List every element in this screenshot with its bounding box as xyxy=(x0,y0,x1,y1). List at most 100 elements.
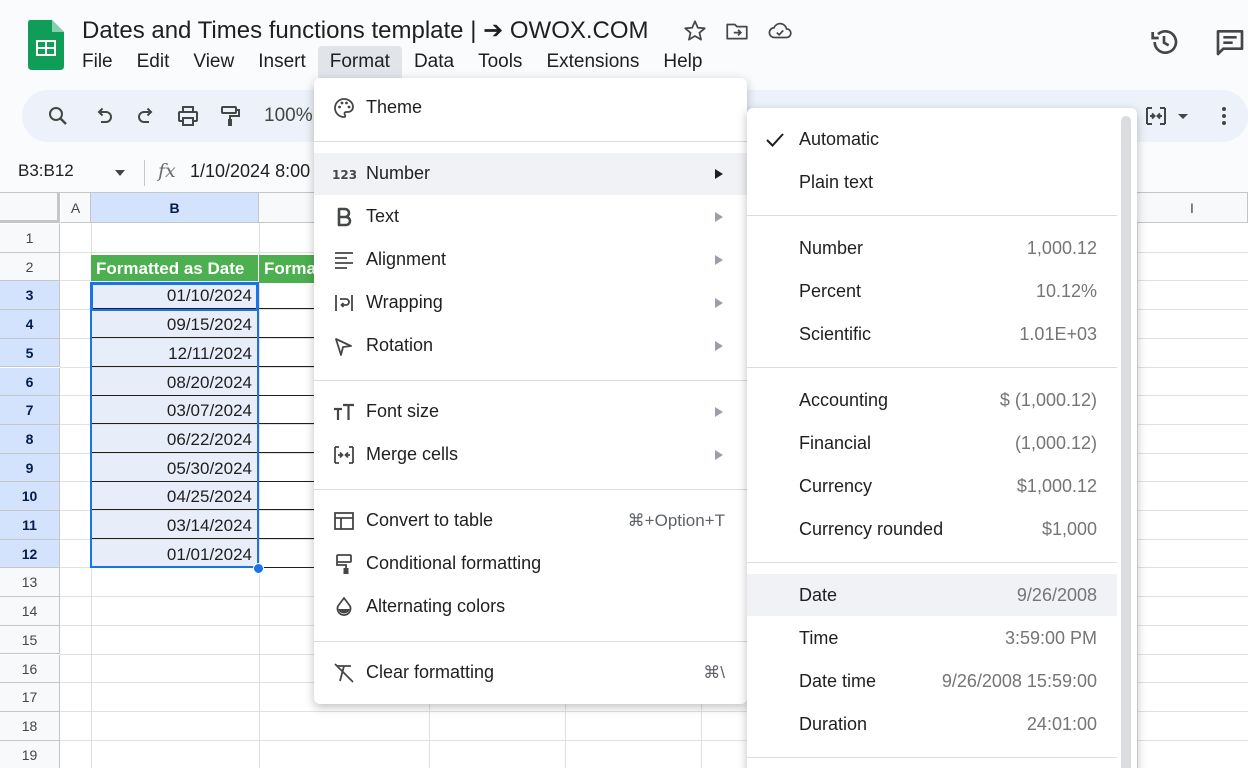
number-format-plain-text[interactable]: Plain text xyxy=(747,161,1117,203)
format-menu-rotation[interactable]: Rotation xyxy=(314,325,747,367)
date-cell[interactable]: 05/30/2024 xyxy=(91,453,258,482)
sheets-logo-icon[interactable] xyxy=(28,20,64,70)
datetime-cell[interactable] xyxy=(259,540,315,568)
menu-extensions[interactable]: Extensions xyxy=(534,46,651,80)
number-format-date[interactable]: Date 9/26/2008 xyxy=(747,574,1117,616)
column-header-c[interactable] xyxy=(259,193,315,223)
column-header-i[interactable]: I xyxy=(1137,193,1248,223)
number-format-financial[interactable]: Financial (1,000.12) xyxy=(747,422,1117,464)
menu-data[interactable]: Data xyxy=(402,46,466,80)
menu-edit[interactable]: Edit xyxy=(125,46,182,80)
row-header[interactable]: 17 xyxy=(0,683,60,712)
cloud-saved-icon[interactable] xyxy=(767,18,793,44)
more-options-icon[interactable] xyxy=(1214,104,1234,128)
format-menu-merge-cells[interactable]: Merge cells xyxy=(314,434,747,476)
row-header[interactable]: 4 xyxy=(0,310,60,339)
redo-icon[interactable] xyxy=(134,104,158,128)
date-cell[interactable]: 01/01/2024 xyxy=(91,539,258,568)
document-title[interactable]: Dates and Times functions template | ➔ O… xyxy=(82,16,649,45)
menu-view[interactable]: View xyxy=(181,46,246,80)
datetime-cell[interactable] xyxy=(259,310,315,339)
header-cell-formatted-as-date[interactable]: Formatted as Date xyxy=(91,255,259,283)
format-menu-convert-to-table[interactable]: Convert to table ⌘+Option+T xyxy=(314,500,747,542)
number-format-number[interactable]: Number 1,000.12 xyxy=(747,227,1117,269)
row-header[interactable]: 11 xyxy=(0,511,60,540)
row-header[interactable]: 8 xyxy=(0,424,60,454)
zoom-select[interactable]: 100% xyxy=(264,105,313,127)
print-icon[interactable] xyxy=(176,104,200,128)
row-header[interactable]: 7 xyxy=(0,396,60,425)
number-format-duration[interactable]: Duration 24:01:00 xyxy=(747,703,1117,745)
menu-format[interactable]: Format xyxy=(317,46,402,80)
row-header[interactable]: 16 xyxy=(0,654,60,684)
date-cell[interactable]: 03/07/2024 xyxy=(91,396,258,425)
merge-dropdown-caret-icon[interactable] xyxy=(1176,104,1190,128)
datetime-cell[interactable] xyxy=(259,425,315,453)
search-menus-icon[interactable] xyxy=(46,104,70,128)
number-format-date-time[interactable]: Date time 9/26/2008 15:59:00 xyxy=(747,660,1117,702)
format-menu-conditional-formatting[interactable]: Conditional formatting xyxy=(314,543,747,585)
row-header[interactable]: 18 xyxy=(0,711,60,741)
row-header[interactable]: 12 xyxy=(0,539,60,569)
format-menu-text[interactable]: Text xyxy=(314,196,747,238)
format-menu-number[interactable]: 123 Number xyxy=(314,153,747,195)
number-format-accounting[interactable]: Accounting $ (1,000.12) xyxy=(747,379,1117,421)
number-format-percent[interactable]: Percent 10.12% xyxy=(747,270,1117,312)
select-all-corner[interactable] xyxy=(0,193,60,223)
datetime-cell[interactable] xyxy=(259,454,315,482)
datetime-cell[interactable] xyxy=(259,396,315,425)
formula-input[interactable]: 1/10/2024 8:00 xyxy=(190,161,314,182)
date-cell[interactable]: 04/25/2024 xyxy=(91,482,258,511)
row-header[interactable]: 6 xyxy=(0,367,60,397)
date-cell[interactable]: 03/14/2024 xyxy=(91,511,258,539)
row-header[interactable]: 15 xyxy=(0,625,60,655)
datetime-cell[interactable] xyxy=(259,339,315,367)
row-header[interactable]: 9 xyxy=(0,453,60,483)
number-format-currency[interactable]: Currency $1,000.12 xyxy=(747,465,1117,507)
row-header[interactable]: 10 xyxy=(0,482,60,511)
format-menu-clear-formatting[interactable]: Clear formatting ⌘\ xyxy=(314,652,747,694)
row-header[interactable]: 3 xyxy=(0,281,60,311)
row-header[interactable]: 2 xyxy=(0,252,60,282)
date-cell[interactable]: 08/20/2024 xyxy=(91,367,258,396)
datetime-cell[interactable] xyxy=(259,482,315,511)
name-box-caret-icon[interactable] xyxy=(114,168,126,178)
datetime-cell[interactable] xyxy=(259,281,315,310)
row-header[interactable]: 19 xyxy=(0,740,60,768)
star-icon[interactable] xyxy=(682,18,708,44)
submenu-scrollbar[interactable] xyxy=(1121,116,1131,768)
column-header-a[interactable]: A xyxy=(61,193,91,223)
paint-format-icon[interactable] xyxy=(218,104,242,128)
move-folder-icon[interactable] xyxy=(724,18,750,44)
name-box[interactable]: B3:B12 xyxy=(18,161,74,181)
undo-icon[interactable] xyxy=(92,104,116,128)
merge-cells-icon[interactable] xyxy=(1144,104,1168,128)
row-header[interactable]: 14 xyxy=(0,597,60,626)
comments-icon[interactable] xyxy=(1214,26,1246,58)
menu-file[interactable]: File xyxy=(70,46,125,80)
number-format-currency-rounded[interactable]: Currency rounded $1,000 xyxy=(747,508,1117,550)
date-cell[interactable]: 06/22/2024 xyxy=(91,424,258,453)
format-menu-wrapping[interactable]: Wrapping xyxy=(314,282,747,324)
menu-tools[interactable]: Tools xyxy=(466,46,534,80)
number-format-automatic[interactable]: Automatic xyxy=(747,118,1117,160)
row-header[interactable]: 13 xyxy=(0,568,60,598)
date-cell[interactable]: 01/10/2024 xyxy=(91,281,258,310)
column-header-b[interactable]: B xyxy=(91,193,259,223)
format-menu-alignment[interactable]: Alignment xyxy=(314,239,747,281)
version-history-icon[interactable] xyxy=(1148,26,1180,58)
number-format-time[interactable]: Time 3:59:00 PM xyxy=(747,617,1117,659)
datetime-cell[interactable] xyxy=(259,368,315,396)
format-menu-theme[interactable]: Theme xyxy=(314,87,747,129)
format-menu-alternating-colors[interactable]: Alternating colors xyxy=(314,586,747,628)
number-format-scientific[interactable]: Scientific 1.01E+03 xyxy=(747,313,1117,355)
row-header[interactable]: 1 xyxy=(0,224,60,253)
header-cell-formatted-as-date-time[interactable]: Formatted as Date time xyxy=(259,255,315,283)
date-cell[interactable]: 09/15/2024 xyxy=(91,310,258,339)
date-cell[interactable]: 12/11/2024 xyxy=(91,338,258,367)
fill-handle[interactable] xyxy=(253,563,264,574)
datetime-cell[interactable] xyxy=(259,511,315,539)
row-header[interactable]: 5 xyxy=(0,338,60,368)
menu-insert[interactable]: Insert xyxy=(246,46,318,80)
format-menu-font-size[interactable]: Font size xyxy=(314,391,747,433)
